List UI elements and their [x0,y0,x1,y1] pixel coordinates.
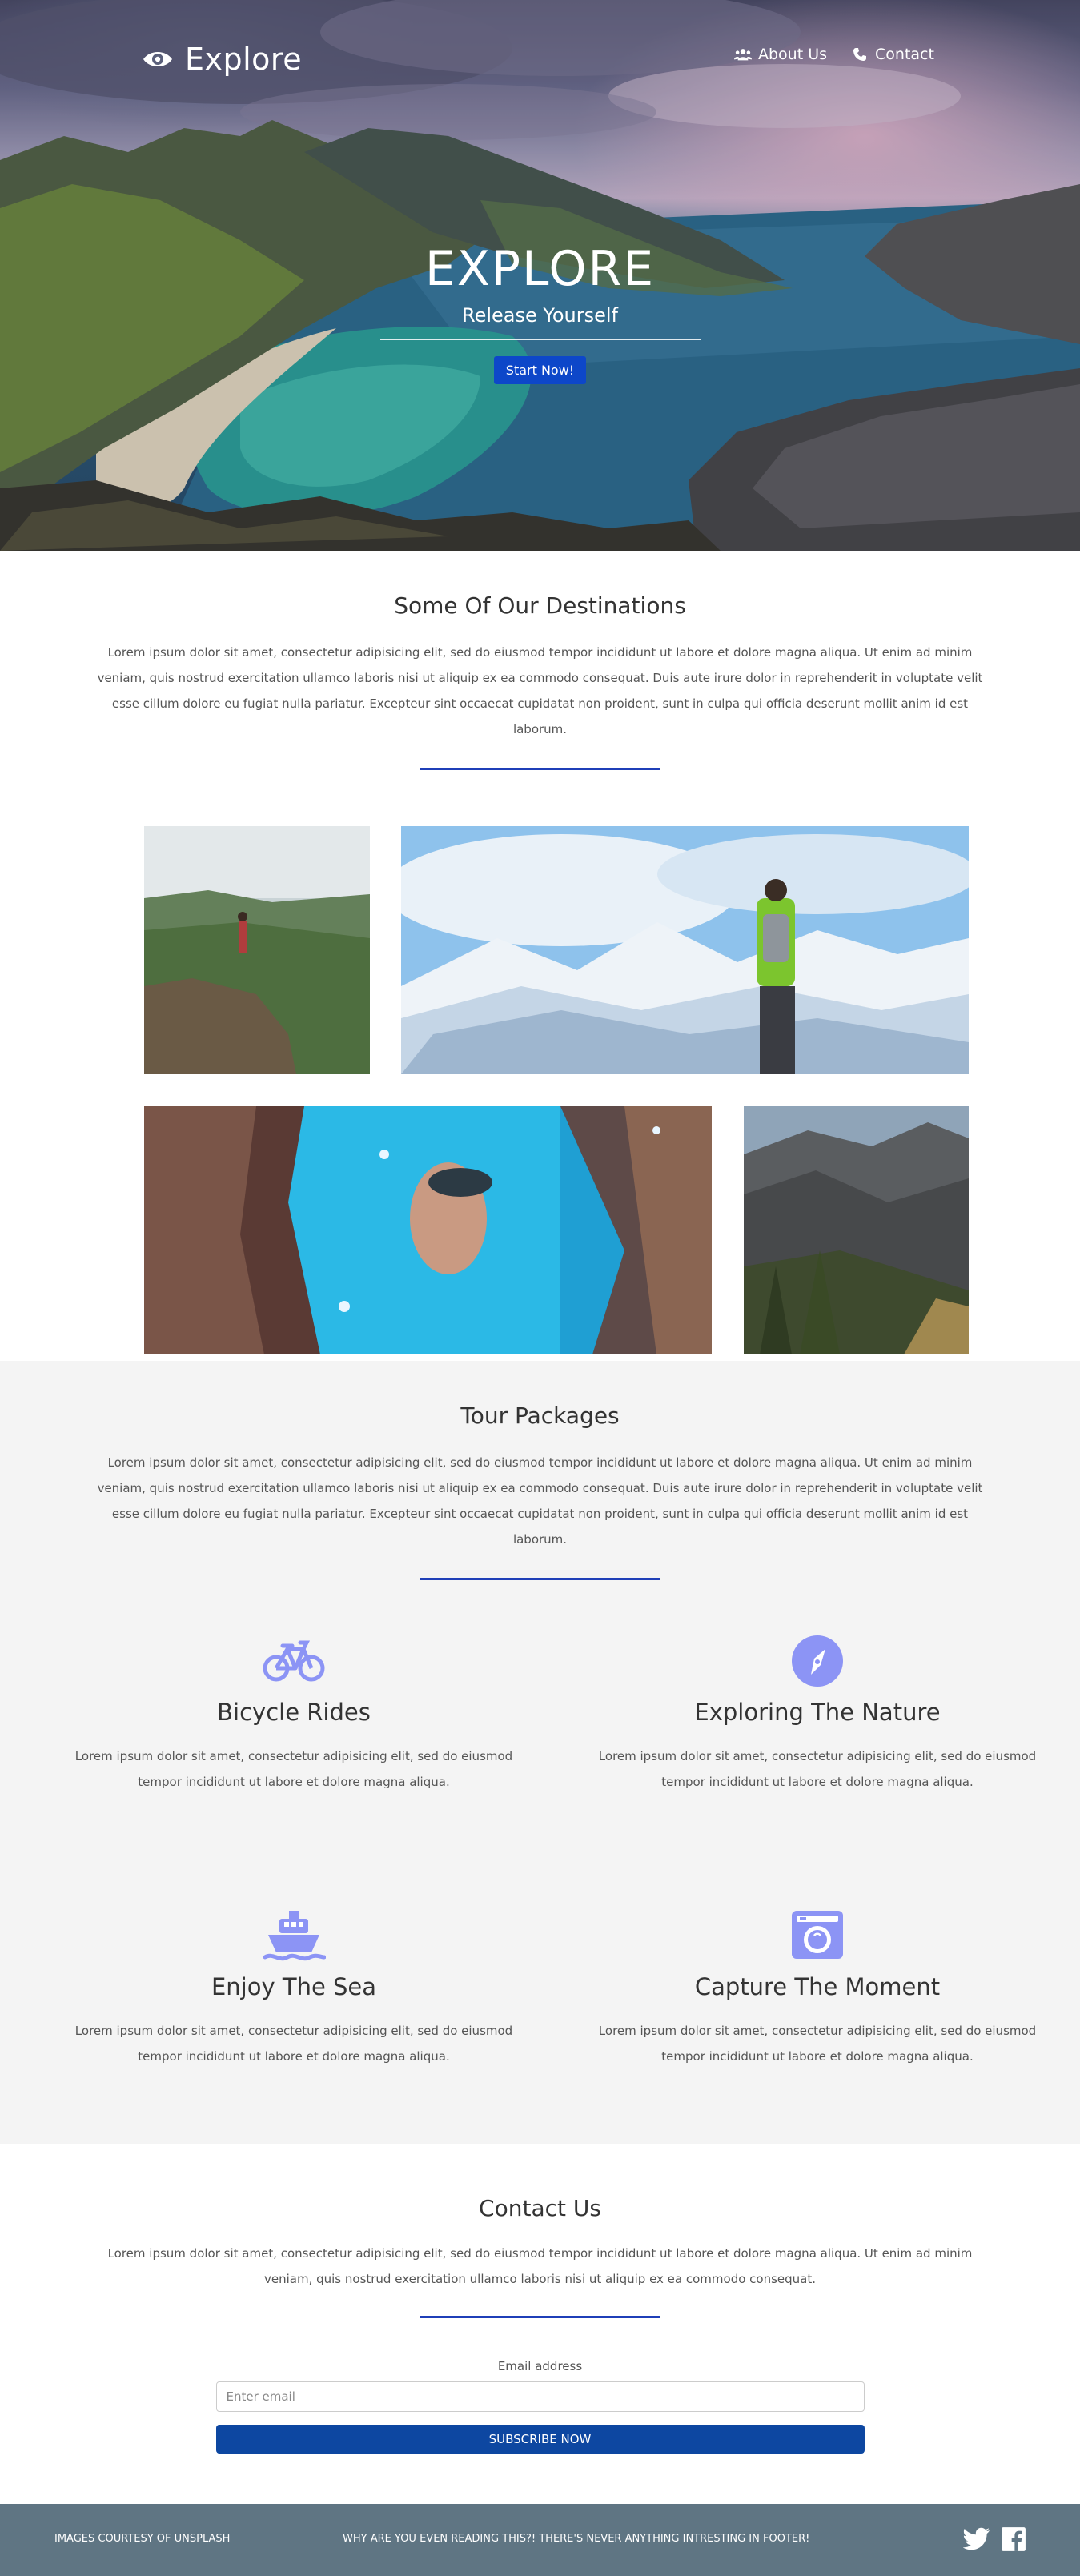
hero-title: EXPLORE [424,241,656,297]
eye-icon [143,52,172,66]
facebook-icon[interactable] [1000,2526,1027,2552]
package-title: Capture The Moment [694,1973,941,2000]
nav-links: About Us Contact [734,46,934,63]
top-navigation: Explore About Us Contact [0,0,1080,120]
gallery-photo-underwater[interactable] [144,1106,712,1354]
section-description: Lorem ipsum dolor sit amet, consectetur … [97,645,983,736]
section-title: Contact Us [479,2195,601,2221]
nav-link-label: Contact [875,46,934,63]
section-description: Lorem ipsum dolor sit amet, consectetur … [97,1455,983,1547]
gallery-photo-mountain-valley[interactable] [744,1106,969,1354]
underwater-diver-image [144,1106,712,1354]
package-card-bicycle[interactable]: Bicycle Rides Lorem ipsum dolor sit amet… [70,1633,518,1795]
phone-icon [853,48,867,61]
twitter-icon[interactable] [963,2526,990,2552]
nav-link-label: About Us [758,46,828,63]
subscribe-form: Email address SUBSCRIBE NOW [215,2358,865,2454]
subscribe-button[interactable]: SUBSCRIBE NOW [215,2425,865,2454]
snow-mountains-image [401,826,969,1074]
package-description: Lorem ipsum dolor sit amet, consectetur … [74,1749,513,1789]
gallery-photo-snow-mountains[interactable] [401,826,969,1074]
email-label: Email address [497,2359,583,2373]
section-divider [420,2316,660,2318]
nav-link-contact[interactable]: Contact [851,46,934,63]
package-card-capture[interactable]: Capture The Moment Lorem ipsum dolor sit… [593,1908,1042,2069]
package-title: Enjoy The Sea [211,1973,377,2000]
section-divider [420,768,660,770]
package-description: Lorem ipsum dolor sit amet, consectetur … [598,2024,1037,2064]
camera-icon [792,1911,843,1959]
section-divider [420,1578,660,1580]
brand-logo[interactable]: Explore [142,42,302,77]
contact-section: Contact Us Lorem ipsum dolor sit amet, c… [0,2144,1080,2504]
hero-divider [379,339,701,340]
package-title: Bicycle Rides [217,1699,371,1726]
tour-packages-section: Tour Packages Lorem ipsum dolor sit amet… [0,1361,1080,2144]
users-icon [734,49,752,61]
bicycle-icon [263,1640,325,1682]
hiker-cliff-image [144,826,370,1074]
destinations-gallery [0,826,1080,1362]
section-title: Some Of Our Destinations [394,592,686,619]
compass-icon [792,1635,843,1687]
package-card-sea[interactable]: Enjoy The Sea Lorem ipsum dolor sit amet… [70,1908,518,2069]
hero-content: EXPLORE Release Yourself Start Now! [0,245,1080,384]
section-description: Lorem ipsum dolor sit amet, consectetur … [107,2246,973,2286]
gallery-photo-hiker-cliff[interactable] [144,826,370,1074]
start-now-button[interactable]: Start Now! [493,356,587,384]
email-field[interactable] [215,2381,865,2412]
package-description: Lorem ipsum dolor sit amet, consectetur … [598,1749,1037,1789]
footer-credit: IMAGES COURTESY OF UNSPLASH [54,2533,231,2545]
hero-banner: Explore About Us Contact EXPLORE Release… [0,0,1080,551]
footer-note: WHY ARE YOU EVEN READING THIS?! THERE'S … [343,2533,810,2545]
hero-subtitle: Release Yourself [461,304,619,327]
social-links [963,2526,1027,2552]
section-title: Tour Packages [460,1402,620,1429]
page-footer: IMAGES COURTESY OF UNSPLASH WHY ARE YOU … [0,2504,1080,2576]
mountain-valley-image [744,1106,969,1354]
brand-name: Explore [185,42,303,77]
package-description: Lorem ipsum dolor sit amet, consectetur … [74,2024,513,2064]
ship-icon [263,1911,326,1961]
destinations-section: Some Of Our Destinations Lorem ipsum dol… [0,551,1080,1361]
nav-link-about-us[interactable]: About Us [734,46,827,63]
package-title: Exploring The Nature [694,1699,941,1726]
package-card-nature[interactable]: Exploring The Nature Lorem ipsum dolor s… [593,1633,1042,1795]
